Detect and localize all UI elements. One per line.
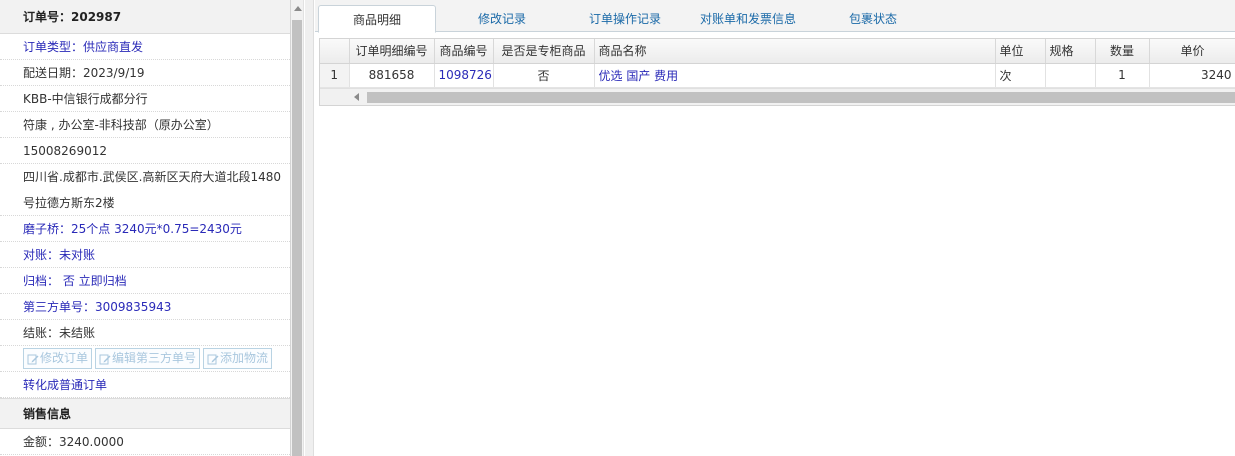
convert-to-normal-order-link[interactable]: 转化成普通订单	[0, 372, 290, 398]
customer-org: KBB-中信银行成都分行	[0, 86, 290, 112]
spec-cell	[1045, 63, 1096, 88]
row-number: 1	[320, 63, 350, 88]
unit-cell: 次	[995, 63, 1046, 88]
tab-bar: 商品明细 修改记录 订单操作记录 对账单和发票信息 包裹状态	[315, 0, 1235, 33]
product-detail-grid: 订单明细编号 商品编号 是否是专柜商品 商品名称 单位 规格 数量 单价 1 8…	[319, 38, 1235, 106]
col-header-spec[interactable]: 规格	[1045, 39, 1096, 64]
quantity-cell: 1	[1095, 63, 1150, 88]
unit-price-cell: 3240	[1149, 63, 1235, 88]
col-header-product-id[interactable]: 商品编号	[434, 39, 494, 64]
edit-order-label: 修改订单	[40, 351, 89, 365]
is-counter-cell: 否	[493, 63, 595, 88]
col-header-product-name[interactable]: 商品名称	[594, 39, 996, 64]
col-header-is-counter[interactable]: 是否是专柜商品	[493, 39, 595, 64]
reconcile-status[interactable]: 对账：未对账	[0, 242, 290, 268]
col-header-detail-id[interactable]: 订单明细编号	[349, 39, 435, 64]
discount-note[interactable]: 磨子桥：25个点 3240元*0.75=2430元	[0, 216, 290, 242]
order-info-panel: 订单号：202987 订单类型：供应商直发 配送日期：2023/9/19 KBB…	[0, 0, 291, 456]
settlement-status: 结账：未结账	[0, 320, 290, 346]
detail-panel: 商品明细 修改记录 订单操作记录 对账单和发票信息 包裹状态 订单明细编号 商品…	[315, 0, 1235, 456]
amount: 金额：3240.0000	[0, 429, 290, 455]
delivery-date: 配送日期：2023/9/19	[0, 60, 290, 86]
tab-order-operation-log[interactable]: 订单操作记录	[565, 5, 685, 33]
product-table: 订单明细编号 商品编号 是否是专柜商品 商品名称 单位 规格 数量 单价 1 8…	[320, 39, 1235, 88]
col-header-quantity[interactable]: 数量	[1095, 39, 1150, 64]
scrollbar-thumb[interactable]	[367, 91, 1235, 103]
panel-splitter[interactable]	[305, 0, 314, 456]
left-panel-scrollbar[interactable]	[291, 0, 304, 456]
add-logistics-button[interactable]: 添加物流	[203, 348, 273, 369]
tab-package-status[interactable]: 包裹状态	[813, 5, 933, 33]
contact-phone: 15008269012	[0, 138, 290, 164]
third-party-order-number[interactable]: 第三方单号：3009835943	[0, 294, 290, 320]
edit-order-button[interactable]: 修改订单	[23, 348, 93, 369]
order-type: 订单类型：供应商直发	[0, 34, 290, 60]
edit-third-party-label: 编辑第三方单号	[112, 351, 197, 365]
edit-icon	[27, 354, 39, 364]
product-name-link[interactable]: 优选 国产 费用	[594, 63, 996, 88]
order-number-header: 订单号：202987	[0, 0, 290, 34]
tab-product-details[interactable]: 商品明细	[318, 5, 436, 33]
detail-id-cell: 881658	[349, 63, 435, 88]
edit-third-party-button[interactable]: 编辑第三方单号	[95, 348, 201, 369]
tab-change-log[interactable]: 修改记录	[443, 5, 561, 33]
address-line-1: 四川省.成都市.武侯区.高新区天府大道北段1480	[23, 170, 281, 184]
table-header-row: 订单明细编号 商品编号 是否是专柜商品 商品名称 单位 规格 数量 单价	[320, 39, 1235, 64]
archive-status[interactable]: 归档： 否 立即归档	[0, 268, 290, 294]
scroll-left-arrow-icon[interactable]	[354, 92, 359, 101]
scrollbar-thumb[interactable]	[292, 20, 302, 456]
contact-person: 符康 , 办公室-非科技部（原办公室）	[0, 112, 290, 138]
action-buttons: 修改订单 编辑第三方单号 添加物流	[0, 346, 290, 372]
col-header-unit[interactable]: 单位	[995, 39, 1046, 64]
col-header-row-number	[320, 39, 350, 64]
product-id-link[interactable]: 1098726	[434, 63, 494, 88]
table-row[interactable]: 1 881658 1098726 否 优选 国产 费用 次 1 3240	[320, 63, 1235, 88]
address-line-2: 号拉德方斯东2楼	[0, 190, 290, 216]
add-logistics-label: 添加物流	[220, 351, 269, 365]
tab-statement-invoice[interactable]: 对账单和发票信息	[689, 5, 807, 33]
sales-info-header: 销售信息	[0, 398, 290, 429]
edit-icon	[99, 354, 111, 364]
scroll-up-arrow-icon[interactable]	[294, 6, 302, 11]
grid-horizontal-scrollbar[interactable]	[320, 87, 1235, 105]
edit-icon	[207, 354, 219, 364]
col-header-unit-price[interactable]: 单价	[1149, 39, 1235, 64]
